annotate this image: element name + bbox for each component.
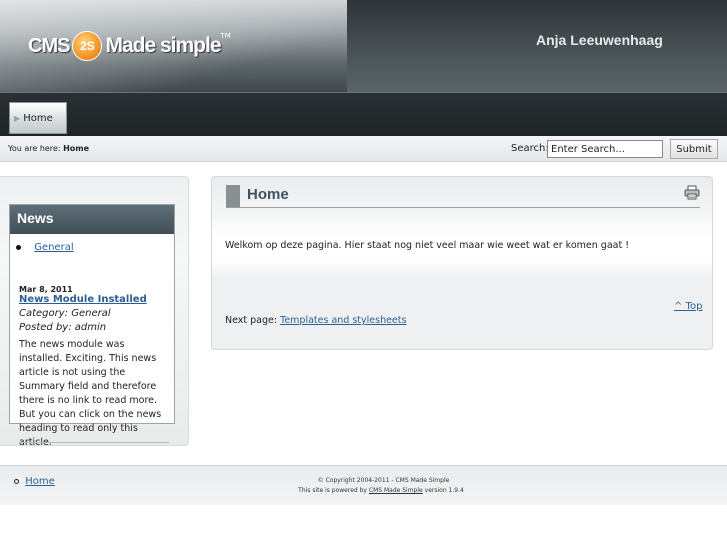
site-name: Anja Leeuwenhaag — [536, 32, 663, 48]
news-category: Category: General — [19, 308, 111, 319]
title-divider — [226, 207, 700, 208]
news-posted-by: Posted by: admin — [19, 322, 107, 333]
main-content: Home Welkom op deze pagina. Hier staat n… — [211, 176, 713, 350]
copyright-text: © Copyright 2004-2011 - CMS Made Simple — [317, 477, 450, 484]
search-submit-button[interactable]: Submit — [670, 139, 718, 159]
search-input[interactable] — [547, 140, 663, 158]
news-date: Mar 8, 2011 — [19, 285, 73, 294]
title-marker — [226, 185, 240, 207]
logo-trademark: TM — [220, 32, 231, 40]
news-category-item: General — [16, 242, 74, 253]
powered-by-link[interactable]: CMS Made Simple — [369, 487, 423, 494]
news-title-link[interactable]: News Module Installed — [19, 294, 147, 305]
main-menu: ▶ Home — [0, 92, 727, 136]
bullet-icon — [16, 244, 21, 250]
next-page: Next page: Templates and stylesheets — [225, 315, 406, 326]
site-header: CMS 2S Made simple TM Anja Leeuwenhaag — [0, 0, 727, 92]
search-label: Search: — [511, 143, 549, 154]
site-footer: Home © Copyright 2004-2011 - CMS Made Si… — [0, 465, 727, 505]
next-page-label: Next page: — [225, 315, 278, 326]
menu-item-home-label: Home — [23, 112, 53, 124]
next-page-link[interactable]: Templates and stylesheets — [280, 315, 406, 326]
menu-item-home[interactable]: ▶ Home — [9, 102, 67, 134]
news-category-link[interactable]: General — [34, 242, 73, 253]
back-to-top-link[interactable]: ^ Top — [674, 301, 702, 312]
site-logo[interactable]: CMS 2S Made simple TM — [28, 28, 231, 64]
sidebar: News General Mar 8, 2011 News Module Ins… — [0, 176, 189, 448]
arrow-right-icon: ▶ — [14, 113, 21, 123]
powered-by: This site is powered by CMS Made Simple … — [0, 487, 727, 494]
breadcrumb: You are here: Home — [8, 144, 89, 153]
logo-made-simple-text: Made simple — [105, 34, 221, 57]
breadcrumb-bar: You are here: Home Search: Submit — [0, 136, 727, 162]
powered-by-prefix: This site is powered by — [298, 487, 367, 494]
news-box: News General Mar 8, 2011 News Module Ins… — [9, 204, 175, 448]
breadcrumb-current: Home — [63, 144, 90, 153]
page-title: Home — [247, 186, 289, 203]
powered-by-suffix: version 1.9.4 — [424, 487, 464, 494]
news-box-title: News — [10, 205, 174, 234]
news-divider — [19, 442, 169, 443]
logo-badge-icon: 2S — [72, 31, 103, 61]
breadcrumb-prefix: You are here: — [8, 144, 61, 153]
news-body: The news module was installed. Exciting.… — [19, 339, 162, 448]
printer-icon[interactable] — [684, 185, 700, 200]
page-body-text: Welkom op deze pagina. Hier staat nog ni… — [225, 240, 630, 251]
logo-cms-text: CMS — [28, 34, 70, 57]
